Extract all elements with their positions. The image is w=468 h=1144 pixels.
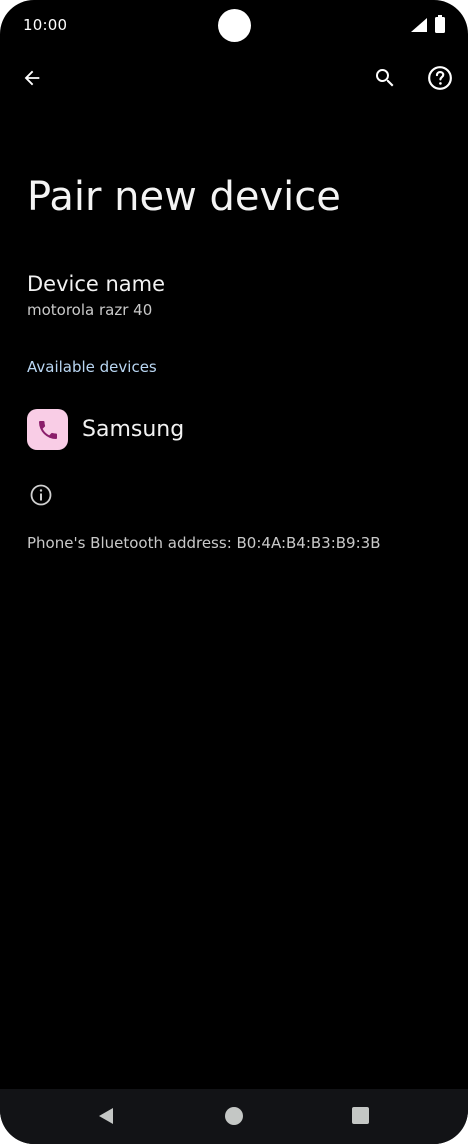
device-item-samsung[interactable]: Samsung [0, 400, 468, 460]
device-label: Samsung [82, 417, 185, 442]
status-time: 10:00 [23, 16, 68, 34]
bluetooth-address-text: Phone's Bluetooth address: B0:4A:B4:B3:B… [27, 534, 381, 552]
arrow-back-icon [24, 70, 40, 86]
search-button[interactable] [367, 60, 403, 96]
device-name-setting[interactable]: Device name motorola razr 40 [0, 268, 468, 328]
help-icon [428, 66, 452, 90]
available-devices-header: Available devices [27, 358, 157, 376]
screen: 10:00 Pair new device Device name motoro… [0, 0, 468, 1144]
battery-icon [435, 15, 445, 33]
camera-cutout [218, 9, 251, 42]
search-icon [376, 69, 394, 87]
nav-back-icon[interactable] [94, 1104, 118, 1128]
info-icon [30, 484, 52, 506]
help-button[interactable] [422, 60, 458, 96]
navigation-bar [0, 1089, 468, 1144]
nav-home-icon[interactable] [225, 1107, 243, 1125]
device-avatar [27, 409, 68, 450]
device-name-title: Device name [27, 272, 166, 296]
nav-recents-icon[interactable] [352, 1107, 369, 1124]
device-name-value: motorola razr 40 [27, 301, 153, 319]
phone-icon [38, 420, 57, 439]
signal-icon [411, 18, 427, 32]
page-title: Pair new device [27, 174, 341, 220]
back-button[interactable] [14, 60, 50, 96]
